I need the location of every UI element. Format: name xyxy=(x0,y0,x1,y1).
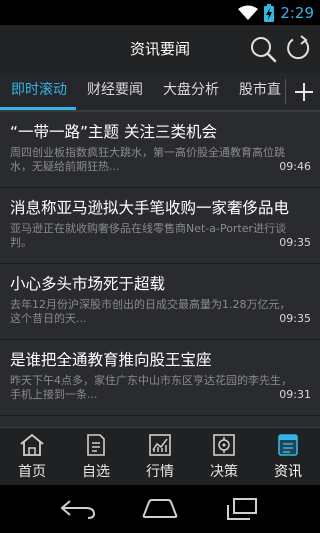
news-title: 是谁把全通教育推向股王宝座 xyxy=(10,351,212,369)
status-icons: 2:29 xyxy=(238,3,314,23)
status-bar: 2:29 xyxy=(0,0,320,25)
nav-market[interactable]: 行情 xyxy=(128,428,192,486)
news-item[interactable]: 消息称亚马逊拟大手笔收购一家奢侈品电 亚马逊正在就收购奢侈品在线零售商Net-a… xyxy=(0,188,320,264)
nav-decision[interactable]: 决策 xyxy=(192,428,256,486)
home-icon xyxy=(20,433,44,456)
home-button-icon[interactable] xyxy=(139,497,181,521)
news-item[interactable]: 是谁把全通教育推向股王宝座 昨天下午4点多，家住广东中山市东区亨达花园的李先生，… xyxy=(0,340,320,416)
wifi-icon xyxy=(238,5,259,20)
top-app-bar: 资讯要闻 xyxy=(0,25,320,74)
news-summary: 周四创业板指数疯狂大跳水，第一高价股全通教育高位跳水，无疑给前期狂热... xyxy=(10,146,285,173)
news-time: 09:31 xyxy=(279,388,311,401)
status-time: 2:29 xyxy=(280,4,314,22)
battery-charging-icon xyxy=(264,4,275,22)
news-summary: 昨天下午4点多，家住广东中山市东区亨达花园的李先生，手机上接到一条... xyxy=(10,374,292,401)
news-icon xyxy=(278,434,298,456)
tab-market-analysis[interactable]: 大盘分析 xyxy=(152,73,228,108)
add-tab-button[interactable] xyxy=(287,73,320,110)
news-time: 09:35 xyxy=(279,312,311,325)
nav-home[interactable]: 首页 xyxy=(0,428,64,486)
market-chart-icon xyxy=(149,434,171,456)
tab-divider xyxy=(285,79,286,104)
nav-label: 首页 xyxy=(18,464,46,480)
news-time: 09:46 xyxy=(279,160,311,173)
nav-label: 自选 xyxy=(82,464,110,480)
tab-finance-news[interactable]: 财经要闻 xyxy=(76,73,152,108)
nav-label: 决策 xyxy=(210,464,238,480)
system-navigation-bar xyxy=(0,485,320,533)
nav-watchlist[interactable]: 自选 xyxy=(64,428,128,486)
news-summary: 亚马逊正在就收购奢侈品在线零售商Net-a-Porter进行谈判。 xyxy=(10,222,287,249)
news-time: 09:35 xyxy=(279,236,311,249)
bottom-navigation: 首页 自选 行情 决策 资讯 xyxy=(0,427,320,486)
news-title: 小心多头市场死于超载 xyxy=(10,275,166,293)
nav-label: 资讯 xyxy=(274,464,302,480)
plus-icon xyxy=(294,82,313,101)
tab-stock-live[interactable]: 股市直 xyxy=(228,73,285,108)
tab-strip: 即时滚动 财经要闻 大盘分析 股市直 xyxy=(0,73,285,110)
recent-apps-icon[interactable] xyxy=(222,497,262,521)
back-icon[interactable] xyxy=(58,497,98,521)
news-item[interactable]: “一带一路”主题 关注三类机会 周四创业板指数疯狂大跳水，第一高价股全通教育高位… xyxy=(0,112,320,188)
news-item[interactable]: 小心多头市场死于超载 去年12月份沪深股市创出的日成交最高量为1.28万亿元，这… xyxy=(0,264,320,340)
portfolio-icon xyxy=(87,434,105,456)
news-title: “一带一路”主题 关注三类机会 xyxy=(10,123,217,141)
news-title: 消息称亚马逊拟大手笔收购一家奢侈品电 xyxy=(10,199,290,217)
news-summary: 去年12月份沪深股市创出的日成交最高量为1.28万亿元，这个昔日的天... xyxy=(10,298,291,325)
tab-realtime[interactable]: 即时滚动 xyxy=(0,73,76,110)
search-icon[interactable] xyxy=(249,35,277,63)
news-list: “一带一路”主题 关注三类机会 周四创业板指数疯狂大跳水，第一高价股全通教育高位… xyxy=(0,112,320,427)
category-tab-bar: 即时滚动 财经要闻 大盘分析 股市直 xyxy=(0,73,320,112)
nav-news[interactable]: 资讯 xyxy=(256,428,320,486)
decision-target-icon xyxy=(213,434,235,456)
refresh-icon[interactable] xyxy=(284,35,312,63)
nav-label: 行情 xyxy=(146,464,174,480)
